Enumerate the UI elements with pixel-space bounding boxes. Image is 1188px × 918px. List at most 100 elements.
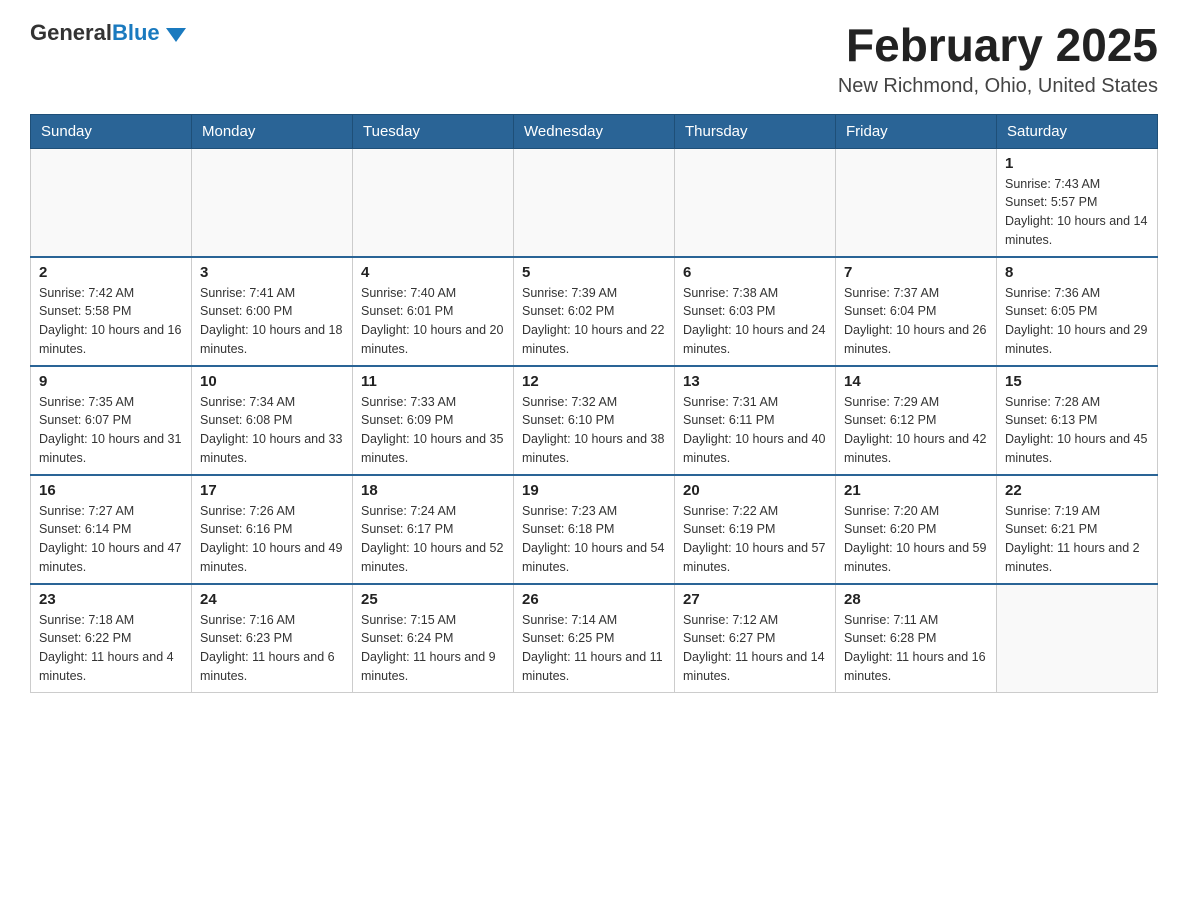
logo-triangle-icon <box>166 28 186 42</box>
calendar-cell: 11 Sunrise: 7:33 AMSunset: 6:09 PMDaylig… <box>353 366 514 475</box>
calendar-cell <box>192 148 353 257</box>
calendar-cell: 7 Sunrise: 7:37 AMSunset: 6:04 PMDayligh… <box>836 257 997 366</box>
day-number: 15 <box>1005 373 1149 390</box>
day-info: Sunrise: 7:35 AMSunset: 6:07 PMDaylight:… <box>39 395 181 465</box>
calendar-cell: 13 Sunrise: 7:31 AMSunset: 6:11 PMDaylig… <box>675 366 836 475</box>
col-sunday: Sunday <box>31 114 192 148</box>
day-number: 10 <box>200 373 344 390</box>
day-info: Sunrise: 7:22 AMSunset: 6:19 PMDaylight:… <box>683 504 825 574</box>
day-info: Sunrise: 7:34 AMSunset: 6:08 PMDaylight:… <box>200 395 342 465</box>
day-number: 17 <box>200 482 344 499</box>
calendar-cell <box>836 148 997 257</box>
calendar-cell: 4 Sunrise: 7:40 AMSunset: 6:01 PMDayligh… <box>353 257 514 366</box>
day-info: Sunrise: 7:43 AMSunset: 5:57 PMDaylight:… <box>1005 177 1147 247</box>
calendar-cell: 17 Sunrise: 7:26 AMSunset: 6:16 PMDaylig… <box>192 475 353 584</box>
day-number: 16 <box>39 482 183 499</box>
day-number: 13 <box>683 373 827 390</box>
day-info: Sunrise: 7:16 AMSunset: 6:23 PMDaylight:… <box>200 613 335 683</box>
day-number: 4 <box>361 264 505 281</box>
day-number: 14 <box>844 373 988 390</box>
day-info: Sunrise: 7:39 AMSunset: 6:02 PMDaylight:… <box>522 286 664 356</box>
day-number: 6 <box>683 264 827 281</box>
day-info: Sunrise: 7:29 AMSunset: 6:12 PMDaylight:… <box>844 395 986 465</box>
day-info: Sunrise: 7:18 AMSunset: 6:22 PMDaylight:… <box>39 613 174 683</box>
calendar-cell: 5 Sunrise: 7:39 AMSunset: 6:02 PMDayligh… <box>514 257 675 366</box>
calendar-cell <box>514 148 675 257</box>
logo-general-text: General <box>30 20 112 45</box>
calendar-cell: 1 Sunrise: 7:43 AMSunset: 5:57 PMDayligh… <box>997 148 1158 257</box>
calendar-cell: 16 Sunrise: 7:27 AMSunset: 6:14 PMDaylig… <box>31 475 192 584</box>
calendar-cell: 19 Sunrise: 7:23 AMSunset: 6:18 PMDaylig… <box>514 475 675 584</box>
col-tuesday: Tuesday <box>353 114 514 148</box>
day-number: 12 <box>522 373 666 390</box>
calendar-cell <box>353 148 514 257</box>
day-number: 23 <box>39 591 183 608</box>
calendar-cell: 15 Sunrise: 7:28 AMSunset: 6:13 PMDaylig… <box>997 366 1158 475</box>
day-info: Sunrise: 7:33 AMSunset: 6:09 PMDaylight:… <box>361 395 503 465</box>
day-info: Sunrise: 7:24 AMSunset: 6:17 PMDaylight:… <box>361 504 503 574</box>
calendar-cell: 12 Sunrise: 7:32 AMSunset: 6:10 PMDaylig… <box>514 366 675 475</box>
col-friday: Friday <box>836 114 997 148</box>
calendar-table: Sunday Monday Tuesday Wednesday Thursday… <box>30 114 1158 693</box>
calendar-header-row: Sunday Monday Tuesday Wednesday Thursday… <box>31 114 1158 148</box>
day-info: Sunrise: 7:12 AMSunset: 6:27 PMDaylight:… <box>683 613 825 683</box>
title-block: February 2025 New Richmond, Ohio, United… <box>838 20 1158 98</box>
day-number: 11 <box>361 373 505 390</box>
day-info: Sunrise: 7:37 AMSunset: 6:04 PMDaylight:… <box>844 286 986 356</box>
calendar-cell: 21 Sunrise: 7:20 AMSunset: 6:20 PMDaylig… <box>836 475 997 584</box>
day-info: Sunrise: 7:28 AMSunset: 6:13 PMDaylight:… <box>1005 395 1147 465</box>
logo-wordmark: GeneralBlue <box>30 20 160 46</box>
location-subtitle: New Richmond, Ohio, United States <box>838 75 1158 98</box>
calendar-cell: 23 Sunrise: 7:18 AMSunset: 6:22 PMDaylig… <box>31 584 192 693</box>
col-thursday: Thursday <box>675 114 836 148</box>
calendar-cell <box>675 148 836 257</box>
calendar-cell: 24 Sunrise: 7:16 AMSunset: 6:23 PMDaylig… <box>192 584 353 693</box>
calendar-cell: 8 Sunrise: 7:36 AMSunset: 6:05 PMDayligh… <box>997 257 1158 366</box>
day-info: Sunrise: 7:32 AMSunset: 6:10 PMDaylight:… <box>522 395 664 465</box>
logo: GeneralBlue <box>30 20 186 46</box>
day-number: 25 <box>361 591 505 608</box>
day-info: Sunrise: 7:31 AMSunset: 6:11 PMDaylight:… <box>683 395 825 465</box>
day-info: Sunrise: 7:11 AMSunset: 6:28 PMDaylight:… <box>844 613 986 683</box>
day-number: 18 <box>361 482 505 499</box>
day-info: Sunrise: 7:36 AMSunset: 6:05 PMDaylight:… <box>1005 286 1147 356</box>
day-number: 24 <box>200 591 344 608</box>
day-number: 28 <box>844 591 988 608</box>
day-number: 22 <box>1005 482 1149 499</box>
day-info: Sunrise: 7:41 AMSunset: 6:00 PMDaylight:… <box>200 286 342 356</box>
day-number: 9 <box>39 373 183 390</box>
logo-blue-text: Blue <box>112 20 160 45</box>
calendar-cell: 14 Sunrise: 7:29 AMSunset: 6:12 PMDaylig… <box>836 366 997 475</box>
day-number: 7 <box>844 264 988 281</box>
day-number: 26 <box>522 591 666 608</box>
day-info: Sunrise: 7:15 AMSunset: 6:24 PMDaylight:… <box>361 613 496 683</box>
day-info: Sunrise: 7:38 AMSunset: 6:03 PMDaylight:… <box>683 286 825 356</box>
calendar-cell: 25 Sunrise: 7:15 AMSunset: 6:24 PMDaylig… <box>353 584 514 693</box>
day-number: 19 <box>522 482 666 499</box>
day-number: 27 <box>683 591 827 608</box>
day-info: Sunrise: 7:42 AMSunset: 5:58 PMDaylight:… <box>39 286 181 356</box>
calendar-cell <box>31 148 192 257</box>
day-info: Sunrise: 7:26 AMSunset: 6:16 PMDaylight:… <box>200 504 342 574</box>
calendar-cell: 26 Sunrise: 7:14 AMSunset: 6:25 PMDaylig… <box>514 584 675 693</box>
month-title: February 2025 <box>838 20 1158 71</box>
calendar-cell: 18 Sunrise: 7:24 AMSunset: 6:17 PMDaylig… <box>353 475 514 584</box>
col-saturday: Saturday <box>997 114 1158 148</box>
calendar-cell: 2 Sunrise: 7:42 AMSunset: 5:58 PMDayligh… <box>31 257 192 366</box>
calendar-cell: 20 Sunrise: 7:22 AMSunset: 6:19 PMDaylig… <box>675 475 836 584</box>
calendar-cell: 27 Sunrise: 7:12 AMSunset: 6:27 PMDaylig… <box>675 584 836 693</box>
calendar-cell: 28 Sunrise: 7:11 AMSunset: 6:28 PMDaylig… <box>836 584 997 693</box>
day-info: Sunrise: 7:19 AMSunset: 6:21 PMDaylight:… <box>1005 504 1140 574</box>
day-number: 3 <box>200 264 344 281</box>
day-number: 1 <box>1005 155 1149 172</box>
day-info: Sunrise: 7:40 AMSunset: 6:01 PMDaylight:… <box>361 286 503 356</box>
day-info: Sunrise: 7:23 AMSunset: 6:18 PMDaylight:… <box>522 504 664 574</box>
col-monday: Monday <box>192 114 353 148</box>
day-info: Sunrise: 7:20 AMSunset: 6:20 PMDaylight:… <box>844 504 986 574</box>
day-number: 20 <box>683 482 827 499</box>
calendar-cell: 22 Sunrise: 7:19 AMSunset: 6:21 PMDaylig… <box>997 475 1158 584</box>
calendar-cell <box>997 584 1158 693</box>
calendar-cell: 10 Sunrise: 7:34 AMSunset: 6:08 PMDaylig… <box>192 366 353 475</box>
day-info: Sunrise: 7:27 AMSunset: 6:14 PMDaylight:… <box>39 504 181 574</box>
calendar-cell: 6 Sunrise: 7:38 AMSunset: 6:03 PMDayligh… <box>675 257 836 366</box>
